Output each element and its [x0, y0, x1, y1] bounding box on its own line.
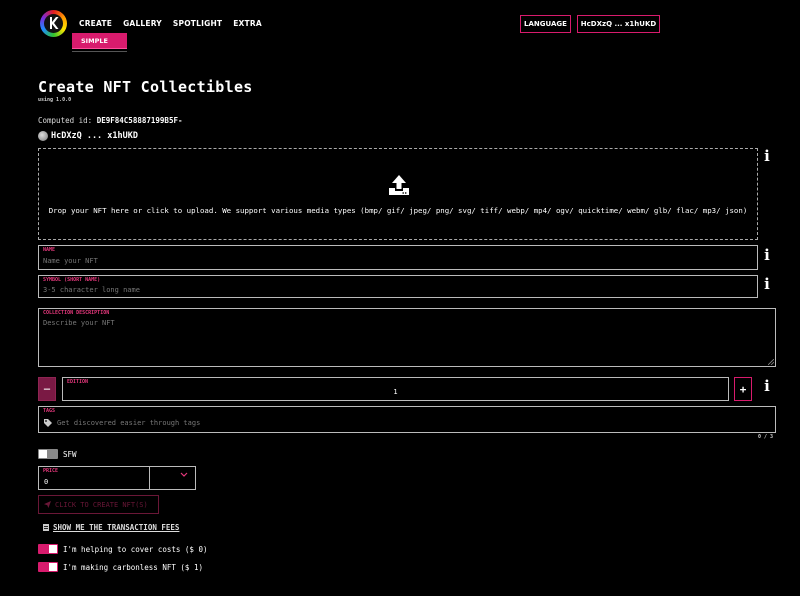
edition-value: 1	[393, 388, 398, 396]
tags-field[interactable]: TAGS Get discovered easier through tags	[38, 406, 776, 433]
edition-info-icon[interactable]: i	[763, 379, 771, 394]
transaction-fees-label: SHOW ME THE TRANSACTION FEES	[53, 523, 180, 532]
price-field[interactable]: PRICE 0	[38, 466, 196, 490]
computed-id-label: Computed id:	[38, 116, 93, 125]
language-button[interactable]: LANGUAGE	[520, 15, 571, 33]
name-placeholder: Name your NFT	[43, 257, 98, 265]
symbol-placeholder: 3-5 character long name	[43, 286, 140, 294]
nav-spotlight[interactable]: SPOTLIGHT	[173, 19, 222, 28]
sfw-toggle-knob	[39, 450, 47, 458]
name-label: NAME	[43, 247, 56, 253]
tag-icon	[44, 419, 52, 427]
description-field[interactable]: COLLECTION DESCRIPTION Describe your NFT	[38, 308, 776, 367]
resize-handle-icon[interactable]	[768, 359, 774, 365]
account[interactable]: HcDXzQ ... x1hUKD	[38, 131, 138, 141]
avatar	[38, 131, 48, 141]
tags-counter: 0 / 3	[758, 434, 774, 440]
sfw-toggle[interactable]	[38, 449, 58, 459]
edition-minus-button[interactable]: −	[38, 377, 56, 401]
nav-extra[interactable]: EXTRA	[233, 19, 262, 28]
cover-costs-toggle-knob	[49, 545, 57, 553]
edition-plus-button[interactable]: +	[734, 377, 752, 401]
upload-icon	[389, 175, 409, 195]
symbol-label: SYMBOL (SHORT NAME)	[43, 277, 101, 283]
page-title: Create NFT Collectibles	[38, 78, 253, 96]
description-label: COLLECTION DESCRIPTION	[43, 310, 110, 316]
sfw-label: SFW	[63, 450, 77, 459]
price-divider	[149, 467, 150, 489]
transaction-fees-link[interactable]: SHOW ME THE TRANSACTION FEES	[43, 523, 179, 532]
edition-field[interactable]: EDITION 1	[62, 377, 729, 401]
receipt-icon	[43, 524, 49, 531]
submenu-simple-label: SIMPLE	[81, 37, 108, 45]
upload-dropzone[interactable]: Drop your NFT here or click to upload. W…	[38, 148, 758, 240]
upload-instructions: Drop your NFT here or click to upload. W…	[48, 206, 748, 215]
price-label: PRICE	[43, 468, 59, 474]
main-nav: CREATE GALLERY SPOTLIGHT EXTRA	[79, 19, 273, 28]
submenu-divider	[72, 51, 127, 52]
logo-k-icon	[50, 17, 59, 29]
send-icon	[44, 501, 51, 508]
wallet-button[interactable]: HcDXzQ ... x1hUKD	[577, 15, 660, 33]
symbol-field[interactable]: SYMBOL (SHORT NAME) 3-5 character long n…	[38, 275, 758, 298]
nav-create[interactable]: CREATE	[79, 19, 112, 28]
carbonless-toggle-knob	[49, 563, 57, 571]
computed-id-value: DE9F84C58887199B5F-	[96, 116, 183, 125]
account-address: HcDXzQ ... x1hUKD	[51, 131, 138, 141]
nav-gallery[interactable]: GALLERY	[123, 19, 162, 28]
tags-placeholder: Get discovered easier through tags	[57, 419, 201, 427]
cover-costs-label: I'm helping to cover costs ($ 0)	[63, 545, 208, 554]
carbonless-label: I'm making carbonless NFT ($ 1)	[63, 563, 203, 572]
carbonless-toggle[interactable]	[38, 562, 58, 572]
chevron-down-icon[interactable]	[180, 472, 188, 478]
symbol-info-icon[interactable]: i	[763, 277, 771, 292]
version-label: using 1.0.0	[38, 97, 72, 103]
submenu-simple[interactable]: SIMPLE	[72, 33, 127, 49]
create-nft-label: CLICK TO CREATE NFT(S)	[55, 500, 148, 509]
edition-label: EDITION	[67, 379, 89, 385]
upload-info-icon[interactable]: i	[763, 149, 771, 164]
description-placeholder: Describe your NFT	[43, 319, 115, 327]
logo[interactable]	[40, 10, 67, 37]
tags-label: TAGS	[43, 408, 56, 414]
price-value: 0	[44, 478, 49, 486]
name-info-icon[interactable]: i	[763, 248, 771, 263]
computed-id: Computed id: DE9F84C58887199B5F-	[38, 116, 183, 125]
cover-costs-toggle[interactable]	[38, 544, 58, 554]
name-field[interactable]: NAME Name your NFT	[38, 245, 758, 270]
create-nft-button[interactable]: CLICK TO CREATE NFT(S)	[38, 495, 159, 514]
